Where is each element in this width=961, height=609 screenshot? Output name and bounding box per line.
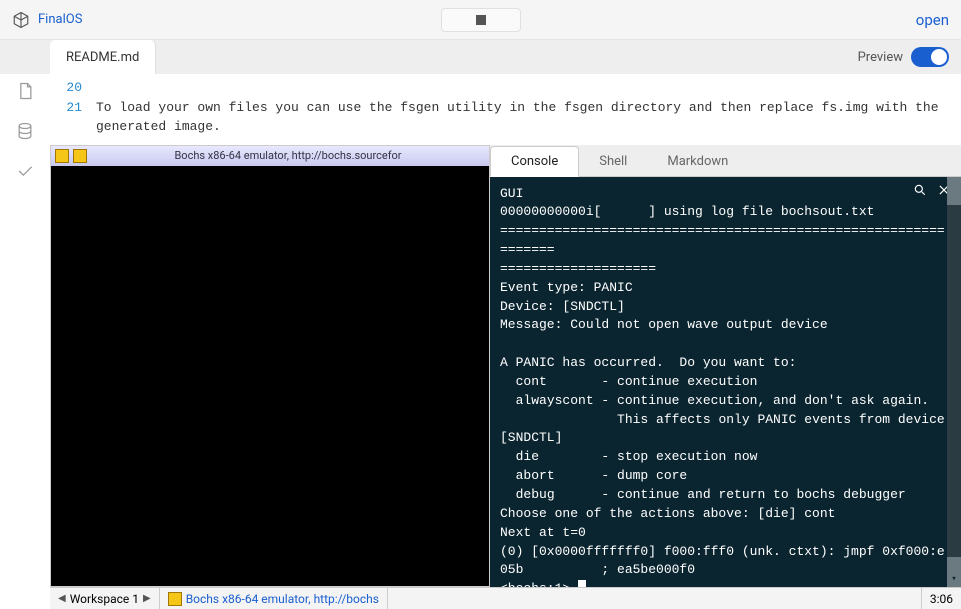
console-scrollbar[interactable]: ▾ — [947, 177, 961, 588]
left-sidebar — [0, 74, 50, 609]
preview-toggle-group: Preview — [858, 47, 961, 67]
check-icon[interactable] — [14, 160, 36, 182]
console-output[interactable]: GUI 00000000000i[ ] using log file bochs… — [490, 177, 961, 588]
workspace-switcher[interactable]: ◀ Workspace 1 ▶ — [50, 588, 160, 609]
scroll-down-icon[interactable]: ▾ — [947, 573, 961, 587]
brand-logo-icon — [12, 11, 30, 29]
tab-markdown[interactable]: Markdown — [647, 147, 748, 176]
chevron-right-icon: ▶ — [143, 593, 151, 604]
code-line: 20 — [50, 78, 961, 98]
file-tab-label: README.md — [66, 50, 139, 65]
bochs-icon — [55, 149, 69, 163]
chevron-left-icon: ◀ — [58, 593, 66, 604]
scrollbar-thumb[interactable] — [947, 177, 961, 205]
stop-button[interactable] — [441, 8, 521, 32]
file-tab-row: README.md Preview — [0, 40, 961, 74]
database-icon[interactable] — [14, 120, 36, 142]
taskbar-clock: 3:06 — [921, 588, 961, 609]
code-preview: 20 21 To load your own files you can use… — [50, 74, 961, 145]
emulator-screen[interactable] — [51, 166, 489, 587]
search-icon[interactable] — [913, 183, 927, 197]
clock-text: 3:06 — [930, 592, 953, 606]
console-text: GUI 00000000000i[ ] using log file bochs… — [500, 186, 953, 588]
stop-icon — [476, 15, 486, 25]
bochs-icon — [168, 592, 182, 606]
brand-name: FinalOS — [38, 12, 82, 27]
file-icon[interactable] — [14, 80, 36, 102]
console-tab-row: Console Shell Markdown — [490, 145, 961, 177]
line-number: 20 — [50, 78, 96, 98]
taskbar: ◀ Workspace 1 ▶ Bochs x86-64 emulator, h… — [50, 587, 961, 609]
line-number: 21 — [50, 98, 96, 137]
cursor-icon — [578, 580, 586, 587]
code-text: To load your own files you can use the f… — [96, 98, 961, 137]
emulator-titlebar[interactable]: Bochs x86-64 emulator, http://bochs.sour… — [51, 146, 489, 166]
brand[interactable]: FinalOS — [12, 11, 82, 29]
top-bar: FinalOS open — [0, 0, 961, 40]
file-tab-readme[interactable]: README.md — [50, 40, 156, 74]
code-text — [96, 78, 961, 98]
preview-toggle[interactable] — [911, 47, 949, 67]
open-link[interactable]: open — [916, 11, 949, 29]
emulator-title: Bochs x86-64 emulator, http://bochs.sour… — [91, 149, 485, 162]
tab-shell[interactable]: Shell — [579, 147, 647, 176]
emulator-window: Bochs x86-64 emulator, http://bochs.sour… — [50, 145, 490, 588]
preview-label: Preview — [858, 50, 903, 65]
tab-console[interactable]: Console — [490, 146, 579, 177]
scrollbar-thumb[interactable] — [947, 557, 961, 573]
toggle-knob — [931, 49, 947, 65]
bochs-icon — [73, 149, 87, 163]
workspace-label: Workspace 1 — [70, 592, 139, 606]
taskbar-window-button[interactable]: Bochs x86-64 emulator, http://bochs — [160, 588, 388, 609]
taskbar-window-label: Bochs x86-64 emulator, http://bochs — [186, 592, 379, 606]
code-line: 21 To load your own files you can use th… — [50, 98, 961, 137]
